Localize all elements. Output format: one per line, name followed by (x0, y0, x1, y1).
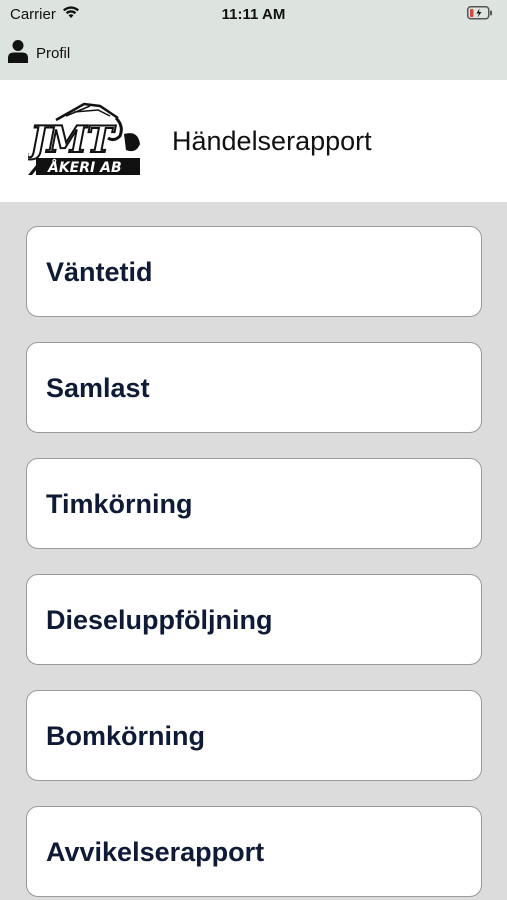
menu-item-timkorning[interactable]: Timkörning (26, 458, 482, 549)
menu-item-label: Timkörning (46, 489, 193, 519)
report-menu: Väntetid Samlast Timkörning Dieseluppföl… (0, 202, 507, 900)
svg-text:JMT: JMT (28, 119, 116, 161)
company-logo: JMT ÅKERI AB (23, 100, 146, 185)
profile-bar: Profil (0, 28, 507, 80)
menu-item-dieseluppfoljning[interactable]: Dieseluppföljning (26, 574, 482, 665)
menu-item-label: Väntetid (46, 257, 153, 287)
menu-item-label: Avvikelserapport (46, 837, 265, 867)
status-bar: Carrier 11:11 AM (0, 0, 507, 28)
profile-label: Profil (36, 44, 71, 62)
person-icon (8, 39, 28, 68)
page-title: Händelserapport (172, 126, 372, 156)
svg-text:ÅKERI AB: ÅKERI AB (47, 159, 122, 176)
header: JMT ÅKERI AB Händelserapport (0, 80, 507, 202)
profile-button[interactable]: Profil (8, 39, 71, 68)
battery-icon (467, 6, 493, 25)
menu-item-label: Samlast (46, 373, 150, 403)
menu-item-avvikelserapport[interactable]: Avvikelserapport (26, 806, 482, 897)
menu-item-bomkorning[interactable]: Bomkörning (26, 690, 482, 781)
menu-item-vantetid[interactable]: Väntetid (26, 226, 482, 317)
menu-item-label: Dieseluppföljning (46, 605, 273, 635)
clock: 11:11 AM (221, 6, 286, 23)
menu-item-label: Bomkörning (46, 721, 205, 751)
menu-item-samlast[interactable]: Samlast (26, 342, 482, 433)
